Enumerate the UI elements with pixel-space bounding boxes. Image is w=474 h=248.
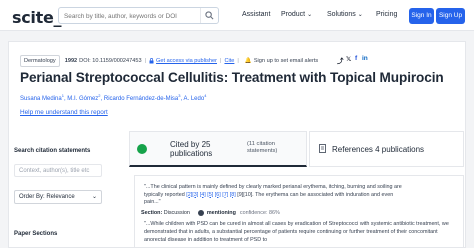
scite-logo[interactable]: scite_ <box>12 8 62 27</box>
top-navigation-bar: scite_ Assistant Product⌄ Solutions⌄ Pri… <box>0 0 474 31</box>
author-link[interactable]: M.I. Gómez <box>67 96 98 102</box>
search-input[interactable] <box>64 10 194 22</box>
chevron-down-icon: ⌄ <box>307 12 313 18</box>
category-tag[interactable]: Dermatology <box>20 55 60 67</box>
citation-icon <box>137 144 147 154</box>
cite-link[interactable]: Cite <box>224 58 234 64</box>
help-understand-link[interactable]: Help me understand this report <box>20 109 108 116</box>
divider: | <box>237 58 239 64</box>
cited-by-line2: publications <box>170 149 213 158</box>
author-sup: 1 <box>61 93 64 98</box>
citation-search-input[interactable]: Context, author(s), title etc <box>14 164 102 177</box>
facebook-icon[interactable]: f <box>355 55 357 62</box>
citation-excerpt: "...The clinical pattern is mainly defin… <box>144 184 407 207</box>
confidence-value: confidence: 86% <box>239 210 280 216</box>
search-citations-label: Search citation statements <box>14 148 91 154</box>
share-icon[interactable]: ⤴ <box>337 55 344 65</box>
nav-solutions[interactable]: Solutions ⌄ <box>327 11 363 18</box>
mentioning-dot-icon <box>197 210 204 216</box>
nav-product-label: Product <box>281 11 306 18</box>
tab-references[interactable]: References 4 publications <box>309 131 464 167</box>
author-sup: 4 <box>204 93 207 98</box>
nav-solutions-label: Solutions <box>327 11 356 18</box>
access-publisher-link[interactable]: Get access via publisher <box>156 58 217 64</box>
search-button[interactable] <box>200 8 218 23</box>
section-label: Section: <box>141 210 163 216</box>
author-link[interactable]: Ricardo Fernández-de-Misa <box>104 96 178 102</box>
doi-text: DOI: 10.1159/000247453 <box>79 58 142 64</box>
nav-product[interactable]: Product ⌄ <box>281 11 312 18</box>
lock-icon <box>149 58 154 64</box>
divider: | <box>220 58 222 64</box>
twitter-icon[interactable]: 𝕏 <box>346 55 351 63</box>
citation-snippet-card: "...The clinical pattern is mainly defin… <box>134 175 464 248</box>
sign-up-button[interactable]: Sign Up <box>436 8 465 24</box>
chevron-down-icon: ⌄ <box>357 12 363 18</box>
nav-assistant[interactable]: Assistant <box>242 11 270 18</box>
section-value: Discussion <box>163 210 190 216</box>
email-alerts-text[interactable]: Sign up to set email alerts <box>254 58 318 64</box>
linkedin-icon[interactable]: in <box>362 55 368 62</box>
references-icon <box>319 144 326 153</box>
author-sup: 2 <box>98 93 101 98</box>
author-link[interactable]: Susana Medina <box>20 96 62 102</box>
chevron-down-icon: ⌄ <box>91 194 97 200</box>
divider: | <box>144 58 147 64</box>
citation-excerpt-2: "...While children with PSD can be cured… <box>144 221 449 243</box>
citation-statements-line2: statements) <box>247 148 278 154</box>
references-label: References 4 publications <box>332 145 425 154</box>
cited-by-count: Cited by 25 publications <box>170 140 212 158</box>
article-meta-row: Dermatology 1992 DOI: 10.1159/000247453 … <box>20 55 318 67</box>
article-title: Perianal Streptococcal Cellulitis: Treat… <box>20 70 444 85</box>
citation-statements-count: (11 citation statements) <box>247 141 277 155</box>
author-sup: 3 <box>178 93 181 98</box>
author-list: Susana Medina1, M.I. Gómez2, Ricardo Fer… <box>20 93 207 102</box>
order-by-select[interactable]: Order By: Relevance ⌄ <box>14 190 102 204</box>
cited-by-line1: Cited by 25 <box>170 140 211 149</box>
order-by-label: Order By: Relevance <box>19 194 75 200</box>
publication-year: 1992 <box>64 58 78 64</box>
search-box <box>58 7 219 24</box>
search-icon <box>205 11 214 20</box>
bell-icon[interactable]: 🔔 <box>245 58 252 64</box>
tab-cited-by[interactable]: Cited by 25 publications (11 citation st… <box>129 131 307 167</box>
mentioning-label: mentioning <box>206 210 236 216</box>
reference-links[interactable]: [2][3] [4] [5] [6] [7] [8] <box>186 192 235 198</box>
author-link[interactable]: A. Ledo <box>184 96 205 102</box>
section-row: Section: Discussion mentioning confidenc… <box>141 210 280 216</box>
citation-statements-line1: (11 citation <box>247 141 275 147</box>
paper-sections-label: Paper Sections <box>14 231 58 237</box>
nav-pricing[interactable]: Pricing <box>376 11 397 18</box>
sign-in-button[interactable]: Sign In <box>409 8 434 24</box>
